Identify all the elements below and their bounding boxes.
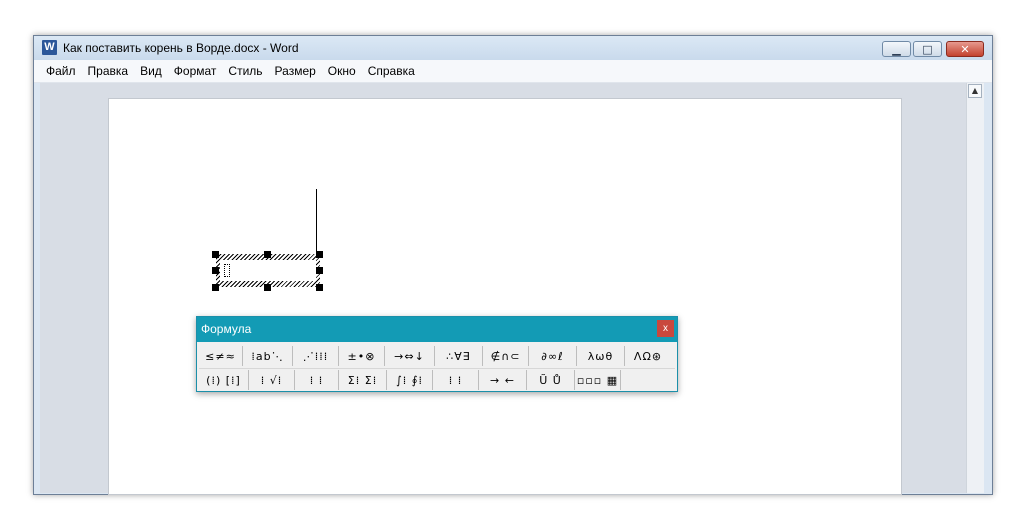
resize-handle-top-left[interactable]: [212, 251, 219, 258]
matrix-palette[interactable]: ▫▫▫ ▦: [575, 370, 621, 390]
word-app-icon[interactable]: W: [42, 40, 57, 55]
equation-object[interactable]: [216, 254, 320, 287]
document-area: [40, 83, 966, 495]
products-palette[interactable]: Ũ Ů: [527, 370, 575, 390]
menu-style[interactable]: Стиль: [222, 60, 268, 82]
menu-edit[interactable]: Правка: [82, 60, 135, 82]
resize-handle-left[interactable]: [212, 267, 219, 274]
resize-handle-bottom[interactable]: [264, 284, 271, 291]
subscript-superscript-palette[interactable]: ⁞ ⁞: [295, 370, 339, 390]
resize-handle-top-right[interactable]: [316, 251, 323, 258]
embellishments-palette[interactable]: ⋰⁞⁞⁞: [293, 346, 339, 366]
summation-palette[interactable]: Σ⁞ Σ⁞: [339, 370, 387, 390]
formula-symbols-row: ≤≠≈ ⁞ab⋱ ⋰⁞⁞⁞ ±•⊗ →⇔↓ ∴∀∃ ∉∩⊂ ∂∞ℓ λωθ ΛΩ…: [199, 345, 675, 367]
misc-symbols-palette[interactable]: ∂∞ℓ: [529, 346, 577, 366]
operators-palette[interactable]: ±•⊗: [339, 346, 385, 366]
word-window: W Как поставить корень в Ворде.docx - Wo…: [33, 35, 993, 495]
relations-palette[interactable]: ≤≠≈: [199, 346, 243, 366]
formula-title: Формула: [201, 322, 252, 336]
menu-bar: Файл Правка Вид Формат Стиль Размер Окно…: [34, 60, 992, 83]
menu-size[interactable]: Размер: [269, 60, 322, 82]
greek-lowercase-palette[interactable]: λωθ: [577, 346, 625, 366]
logic-palette[interactable]: ∴∀∃: [435, 346, 483, 366]
resize-handle-bottom-right[interactable]: [316, 284, 323, 291]
maximize-button[interactable]: □: [913, 41, 942, 57]
arrows-palette[interactable]: →⇔↓: [385, 346, 435, 366]
equation-placeholder[interactable]: [224, 264, 230, 277]
equation-content[interactable]: [220, 260, 316, 281]
menu-format[interactable]: Формат: [168, 60, 223, 82]
formula-toolbar: Формула x ≤≠≈ ⁞ab⋱ ⋰⁞⁞⁞ ±•⊗ →⇔↓ ∴∀∃ ∉∩⊂ …: [196, 316, 678, 392]
set-theory-palette[interactable]: ∉∩⊂: [483, 346, 529, 366]
formula-close-button[interactable]: x: [657, 320, 674, 337]
minimize-button[interactable]: ▁: [882, 41, 911, 57]
vertical-scrollbar[interactable]: ▲: [966, 83, 984, 493]
document-page[interactable]: [108, 98, 902, 495]
integral-palette[interactable]: ∫⁞ ∮⁞: [387, 370, 433, 390]
menu-window[interactable]: Окно: [322, 60, 362, 82]
menu-help[interactable]: Справка: [362, 60, 421, 82]
resize-handle-top[interactable]: [264, 251, 271, 258]
resize-handle-bottom-left[interactable]: [212, 284, 219, 291]
labeled-arrows-palette[interactable]: → ←: [479, 370, 527, 390]
fraction-radical-palette[interactable]: ⁞ √⁞: [249, 370, 295, 390]
greek-uppercase-palette[interactable]: ΛΩ⊛: [625, 346, 671, 366]
formula-templates-row: (⁞) [⁞] ⁞ √⁞ ⁞ ⁞ Σ⁞ Σ⁞ ∫⁞ ∮⁞ ⁞ ⁞ → ← Ũ Ů…: [199, 368, 675, 391]
menu-view[interactable]: Вид: [134, 60, 168, 82]
scroll-up-arrow-icon[interactable]: ▲: [968, 84, 982, 98]
spaces-palette[interactable]: ⁞ab⋱: [243, 346, 293, 366]
window-title: Как поставить корень в Ворде.docx - Word: [63, 41, 299, 55]
fence-templates-palette[interactable]: (⁞) [⁞]: [199, 370, 249, 390]
overbar-underbar-palette[interactable]: ⁞ ⁞: [433, 370, 479, 390]
title-bar[interactable]: W Как поставить корень в Ворде.docx - Wo…: [34, 36, 992, 60]
formula-title-bar[interactable]: Формула x: [197, 317, 677, 342]
menu-file[interactable]: Файл: [40, 60, 82, 82]
resize-handle-right[interactable]: [316, 267, 323, 274]
close-window-button[interactable]: ✕: [946, 41, 984, 57]
